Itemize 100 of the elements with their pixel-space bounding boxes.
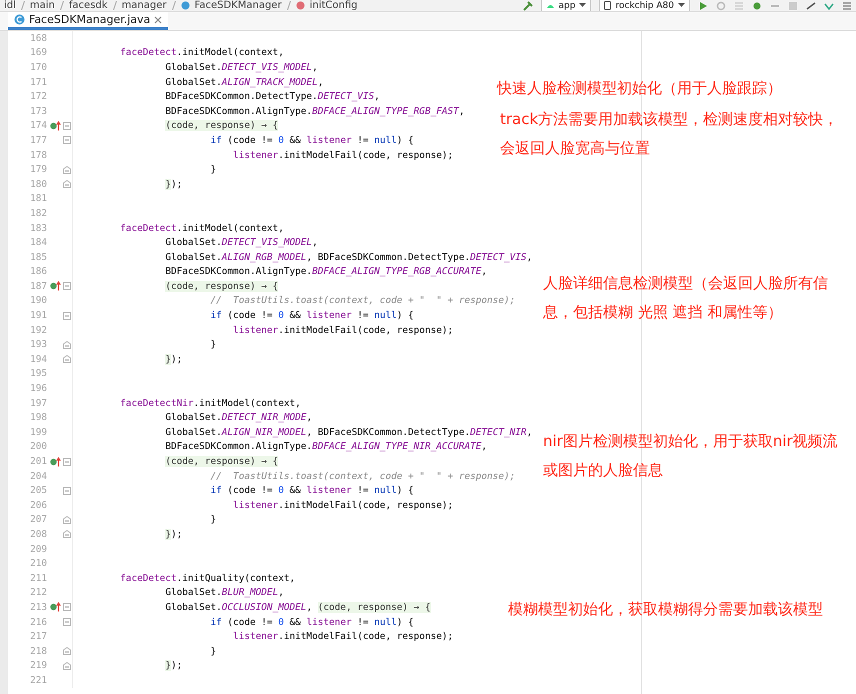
line-number: 173: [29, 106, 48, 117]
code-line: GlobalSet.ALIGN_NIR_MODEL, BDFaceSDKCommon.DetectType.DETECT_NIR,: [164, 426, 532, 438]
breadcrumb-item[interactable]: idl: [4, 0, 16, 11]
line-number: 174: [29, 120, 48, 132]
phone-icon: [604, 1, 612, 10]
close-icon[interactable]: [154, 16, 162, 24]
fold-icon[interactable]: [63, 122, 71, 130]
line-number: 168: [29, 32, 48, 44]
line-number: 170: [29, 62, 48, 73]
annotation-note: 人脸详细信息检测模型（会返回人脸所有信 息，包括模糊 光照 遮挡 和属性等）: [543, 273, 828, 323]
fold-end-icon[interactable]: [63, 530, 71, 538]
override-marker-icon[interactable]: [50, 456, 61, 467]
code-line: listener.initModelFail(code, response);: [232, 500, 454, 511]
line-number: 179: [29, 164, 48, 176]
code-line: });: [164, 178, 182, 190]
breadcrumb-item[interactable]: facesdk: [68, 0, 108, 11]
fold-end-icon[interactable]: [63, 180, 71, 188]
line-number: 213: [29, 602, 48, 613]
annotation-note: nir图片检测模型初始化，用于获取nir视频流 或图片的人脸信息: [543, 431, 838, 481]
line-number: 192: [29, 324, 48, 336]
annotation-note: track方法需要用加载该模型，检测速度相对较快， 会返回人脸宽高与位置: [500, 109, 838, 159]
line-number: 212: [29, 587, 48, 598]
override-marker-icon[interactable]: [50, 120, 61, 131]
code-line: if (code != 0 && listener != null) {: [209, 134, 414, 146]
line-number: 209: [29, 544, 48, 555]
fold-end-icon[interactable]: [63, 647, 71, 656]
code-line: GlobalSet.BLUR_MODEL,: [164, 587, 284, 598]
breadcrumb-separator-icon: [172, 1, 176, 10]
breadcrumb-separator-icon: [112, 1, 117, 10]
code-line: if (code != 0 && listener != null) {: [209, 616, 414, 628]
code-line: faceDetect.initModel(context,: [119, 47, 284, 58]
breadcrumb-item[interactable]: manager: [122, 0, 167, 11]
file-tab[interactable]: FaceSDKManager.java: [8, 12, 168, 30]
fold-icon[interactable]: [63, 282, 71, 290]
fold-end-icon[interactable]: [63, 662, 71, 670]
line-number: 201: [29, 456, 48, 468]
breadcrumb-item[interactable]: main: [30, 0, 55, 11]
android-icon: [546, 2, 555, 9]
breadcrumb-item[interactable]: FaceSDKManager: [194, 0, 282, 11]
line-number: 172: [29, 91, 48, 102]
code-line: GlobalSet.OCCLUSION_MODEL, (code, response) → {: [164, 602, 431, 613]
method-icon: [296, 1, 305, 10]
code-line: // ToastUtils.toast(context, code + " " + response);: [209, 295, 516, 306]
fold-icon[interactable]: [63, 312, 71, 320]
hammer-icon[interactable]: [522, 0, 533, 10]
line-number: 221: [29, 674, 48, 686]
code-line: }: [209, 339, 216, 350]
line-number: 169: [29, 47, 48, 58]
code-line: });: [164, 660, 182, 672]
line-number: 171: [29, 76, 48, 88]
line-number: 191: [29, 310, 48, 322]
code-line: BDFaceSDKCommon.AlignType.BDFACE_ALIGN_TYPE_NIR_ACCURATE,: [164, 441, 488, 452]
line-number: 187: [29, 280, 48, 292]
annotation-note: 模糊模型初始化，获取模糊得分需要加载该模型: [508, 599, 823, 620]
line-number: 197: [29, 398, 48, 409]
device-dropdown[interactable]: rockchip A80: [599, 0, 690, 11]
code-line: });: [164, 354, 182, 365]
override-marker-icon[interactable]: [50, 281, 61, 292]
fold-icon[interactable]: [63, 618, 71, 626]
fold-icon[interactable]: [63, 458, 71, 466]
fold-icon[interactable]: [63, 486, 71, 495]
fold-end-icon[interactable]: [63, 166, 71, 174]
line-number: 217: [29, 631, 48, 642]
fold-icon[interactable]: [63, 136, 71, 144]
code-line: listener.initModelFail(code, response);: [232, 631, 454, 642]
code-line: GlobalSet.DETECT_VIS_MODEL,: [164, 62, 318, 73]
annotation-note: 快速人脸检测模型初始化（用于人脸跟踪）: [497, 78, 782, 99]
class-icon: [14, 14, 25, 25]
list-icon[interactable]: [734, 0, 744, 10]
line-number: 219: [29, 660, 48, 672]
code-line: });: [164, 528, 182, 540]
line-number: 196: [29, 383, 48, 394]
line-number: 208: [29, 528, 48, 540]
code-line: }: [209, 514, 216, 526]
fold-icon[interactable]: [63, 603, 71, 612]
line-number: 190: [29, 295, 48, 306]
caret-icon: [678, 3, 685, 8]
menu-icon[interactable]: [842, 0, 852, 10]
line-number: 181: [29, 193, 48, 204]
code-line: }: [209, 164, 216, 176]
breadcrumb-item[interactable]: initConfig: [310, 0, 358, 11]
line-number: 184: [29, 237, 48, 248]
fold-end-icon[interactable]: [63, 516, 71, 524]
code-line: GlobalSet.ALIGN_TRACK_MODEL,: [164, 76, 324, 88]
fold-end-icon[interactable]: [63, 355, 71, 364]
code-line: if (code != 0 && listener != null) {: [209, 310, 414, 322]
fold-end-icon[interactable]: [63, 340, 71, 349]
breadcrumb-separator-icon: [286, 1, 291, 10]
line-number: 193: [29, 339, 48, 350]
breadcrumb-separator-icon: [60, 1, 64, 10]
line-number: 178: [29, 150, 48, 161]
line-number: 177: [29, 134, 48, 146]
line-number: 210: [29, 558, 48, 570]
line-number: 195: [29, 368, 48, 380]
line-number: 204: [29, 470, 48, 482]
override-marker-icon[interactable]: [50, 602, 61, 612]
module-dropdown[interactable]: app: [540, 0, 592, 11]
code-line: BDFaceSDKCommon.AlignType.BDFACE_ALIGN_TYPE_RGB_ACCURATE,: [164, 266, 488, 278]
code-line: listener.initModelFail(code, response);: [232, 150, 454, 161]
line-number: 183: [29, 222, 48, 234]
